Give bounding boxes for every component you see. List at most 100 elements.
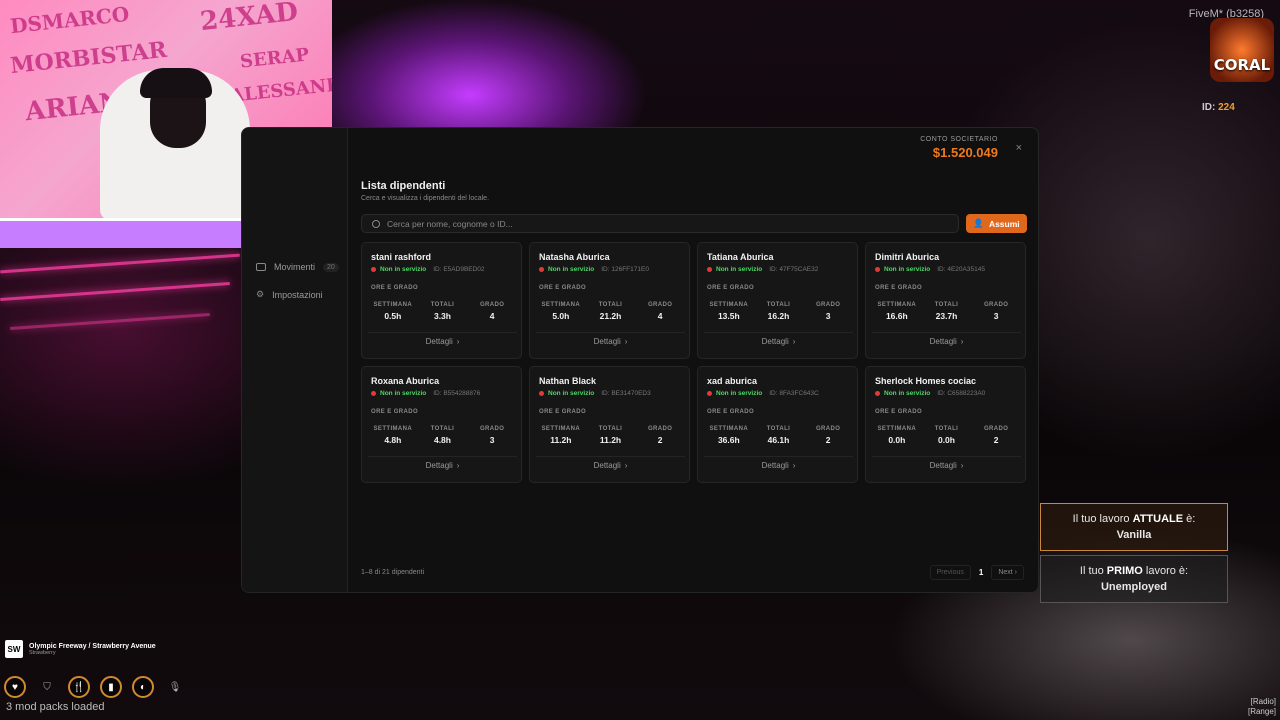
stat-totali: TOTALI 21.2h	[586, 302, 634, 321]
details-button[interactable]: Dettagli ›	[536, 456, 685, 474]
stat-label: GRADO	[479, 302, 505, 308]
job-text: è:	[1183, 513, 1196, 525]
stat-value: 3	[825, 311, 831, 321]
search-input[interactable]: Cerca per nome, cognome o ID...	[361, 214, 959, 233]
panel-sidebar: Movimenti 20 ⚙ Impostazioni	[242, 128, 348, 592]
neon-light	[10, 313, 210, 330]
employee-card: Roxana Aburica Non in servizio ID: B554288…	[361, 366, 522, 483]
employee-status: Non in servizio ID: 47F75CAE32	[707, 266, 818, 273]
stat-label: GRADO	[983, 302, 1009, 308]
pagination: Previous 1 Next ›	[929, 565, 1024, 580]
neon-light	[0, 253, 240, 274]
current-job-value: Vanilla	[1116, 529, 1152, 541]
stat-value: 4.8h	[384, 435, 402, 445]
stat-value: 4	[489, 311, 495, 321]
sidebar-item-label: Movimenti	[274, 262, 316, 272]
employee-id: ID: BE31470ED3	[601, 390, 651, 397]
details-button[interactable]: Dettagli ›	[872, 332, 1021, 350]
stat-label: SETTIMANA	[541, 426, 581, 432]
details-label: Dettagli	[425, 337, 453, 346]
details-button[interactable]: Dettagli ›	[536, 332, 685, 350]
stat-label: TOTALI	[934, 426, 959, 432]
employee-name: xad aburica	[707, 376, 758, 386]
employee-name: Sherlock Homes cociac	[875, 376, 977, 386]
stat-value: 11.2h	[550, 435, 572, 445]
employee-status: Non in servizio ID: B554288876	[371, 390, 480, 397]
status-dot-icon	[875, 391, 880, 396]
close-icon[interactable]: ×	[1016, 142, 1022, 154]
employee-stats: SETTIMANA 16.6h TOTALI 23.7h GRADO 3	[872, 302, 1021, 321]
previous-button[interactable]: Previous	[929, 565, 971, 580]
assumi-button[interactable]: 👤 Assumi	[966, 214, 1027, 233]
stat-grado: GRADO 4	[636, 302, 684, 321]
stat-value: 3.3h	[433, 311, 451, 321]
employee-id: ID: 126FF171E0	[601, 266, 649, 273]
stat-settimana: SETTIMANA 0.0h	[873, 426, 921, 445]
sidebar-item-impostazioni[interactable]: ⚙ Impostazioni	[256, 289, 323, 300]
sidebar-item-movimenti[interactable]: Movimenti 20	[256, 262, 339, 272]
hours-section-label: ORE E GRADO	[371, 285, 419, 291]
details-button[interactable]: Dettagli ›	[704, 456, 853, 474]
stat-value: 13.5h	[717, 311, 740, 321]
status-text: Non in servizio	[716, 390, 763, 397]
stat-label: GRADO	[479, 426, 505, 432]
details-button[interactable]: Dettagli ›	[704, 332, 853, 350]
radio-label: [Radio]	[1250, 697, 1276, 706]
job-text-bold: PRIMO	[1106, 565, 1143, 577]
stat-label: SETTIMANA	[541, 302, 581, 308]
stat-totali: TOTALI 23.7h	[922, 302, 970, 321]
stat-value: 16.6h	[885, 311, 908, 321]
details-button[interactable]: Dettagli ›	[368, 332, 517, 350]
stat-settimana: SETTIMANA 5.0h	[537, 302, 585, 321]
chevron-right-icon: ›	[792, 461, 796, 470]
player-id: ID: 224	[1202, 102, 1235, 113]
employee-card: Sherlock Homes cociac Non in servizio ID: …	[865, 366, 1026, 483]
employee-card: Natasha Aburica Non in servizio ID: 126FF1…	[529, 242, 690, 359]
stat-value: 3	[993, 311, 999, 321]
hours-section-label: ORE E GRADO	[875, 409, 923, 415]
chevron-right-icon: ›	[624, 461, 628, 470]
employee-id: ID: E5AD9BED02	[433, 266, 485, 273]
details-button[interactable]: Dettagli ›	[872, 456, 1021, 474]
stat-value: 0.0h	[888, 435, 906, 445]
details-label: Dettagli	[593, 337, 621, 346]
stat-value: 46.1h	[767, 435, 790, 445]
status-text: Non in servizio	[548, 266, 595, 273]
stat-value: 16.2h	[767, 311, 790, 321]
stat-value: 23.7h	[935, 311, 958, 321]
employee-name: Nathan Black	[539, 376, 597, 386]
employee-stats: SETTIMANA 0.5h TOTALI 3.3h GRADO 4	[368, 302, 517, 321]
stat-value: 11.2h	[599, 435, 622, 445]
hours-section-label: ORE E GRADO	[707, 409, 755, 415]
stat-settimana: SETTIMANA 11.2h	[537, 426, 585, 445]
sidebar-item-count: 20	[323, 262, 339, 272]
employee-card: Nathan Black Non in servizio ID: BE31470ED…	[529, 366, 690, 483]
chevron-right-icon: ›	[456, 461, 460, 470]
stat-totali: TOTALI 11.2h	[586, 426, 634, 445]
stat-grado: GRADO 3	[972, 302, 1020, 321]
hours-section-label: ORE E GRADO	[707, 285, 755, 291]
next-button[interactable]: Next ›	[991, 565, 1024, 580]
page-number[interactable]: 1	[979, 568, 983, 577]
status-dot-icon	[539, 267, 544, 272]
employee-name: Roxana Aburica	[371, 376, 440, 386]
search-icon	[372, 219, 380, 228]
stat-value: 0.0h	[937, 435, 955, 445]
employee-name: Dimitri Aburica	[875, 252, 940, 262]
status-dot-icon	[539, 391, 544, 396]
hours-section-label: ORE E GRADO	[875, 285, 923, 291]
employee-id: ID: 47F75CAE32	[769, 266, 819, 273]
chevron-right-icon: ›	[624, 337, 628, 346]
details-label: Dettagli	[761, 461, 789, 470]
employee-stats: SETTIMANA 13.5h TOTALI 16.2h GRADO 3	[704, 302, 853, 321]
stat-label: TOTALI	[430, 426, 455, 432]
employees-panel: Movimenti 20 ⚙ Impostazioni CONTO SOCIET…	[241, 127, 1039, 593]
location-display: SW Olympic Freeway / Strawberry Avenue S…	[5, 640, 156, 658]
stat-value: 5.0h	[552, 311, 570, 321]
stat-value: 21.2h	[599, 311, 622, 321]
employee-stats: SETTIMANA 0.0h TOTALI 0.0h GRADO 2	[872, 426, 1021, 445]
job-text: lavoro è:	[1142, 565, 1189, 577]
details-button[interactable]: Dettagli ›	[368, 456, 517, 474]
first-job-label: Il tuo PRIMO lavoro è:	[1041, 565, 1227, 577]
employee-stats: SETTIMANA 11.2h TOTALI 11.2h GRADO 2	[536, 426, 685, 445]
